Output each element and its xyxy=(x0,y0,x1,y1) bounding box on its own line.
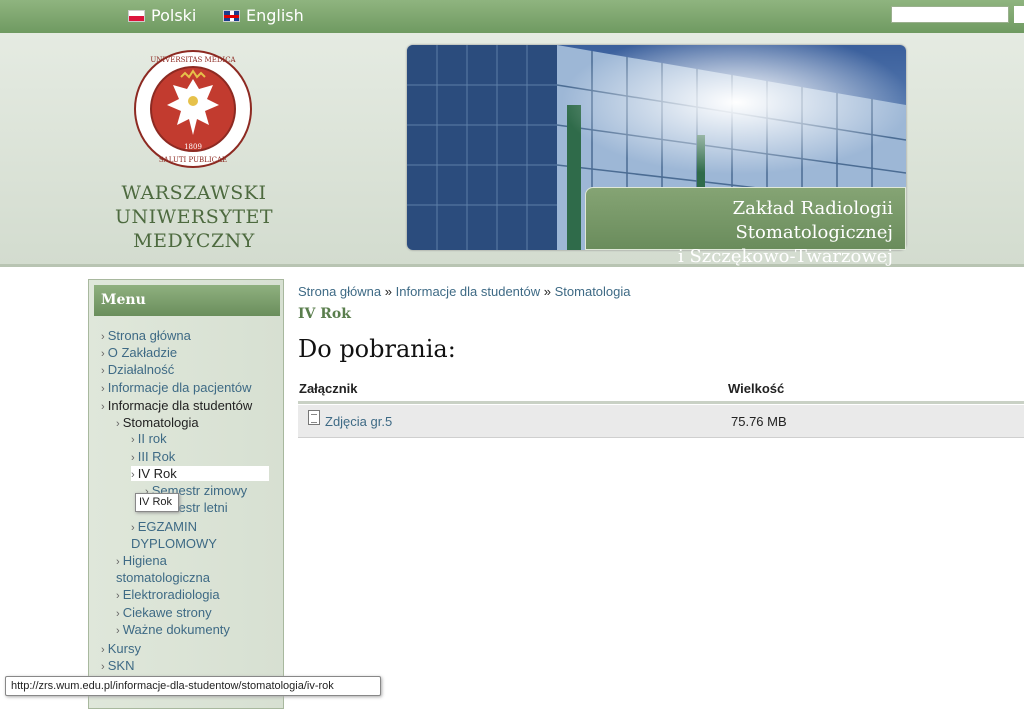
sidebar-item-strona-glowna[interactable]: Strona główna xyxy=(101,328,191,343)
department-name-line-2: i Szczękowo-Twarzowej xyxy=(677,246,893,267)
sidebar-item-higiena-stomatologiczna[interactable]: Higiena stomatologiczna xyxy=(116,553,236,586)
table-row: Zdjęcia gr.5 75.76 MB xyxy=(298,405,1024,438)
sidebar-item-wazne-dokumenty[interactable]: Ważne dokumenty xyxy=(116,622,230,637)
attachments-table-header: Załącznik Wielkość xyxy=(298,378,1024,404)
sidebar-item-elektroradiologia[interactable]: Elektroradiologia xyxy=(116,587,220,602)
lang-polski-link[interactable]: Polski xyxy=(128,6,196,25)
breadcrumb-separator: » xyxy=(384,284,392,299)
university-name-line-1: WARSZAWSKI xyxy=(121,182,267,204)
lang-english-label: English xyxy=(246,6,304,25)
breadcrumb-separator: » xyxy=(543,284,551,299)
hover-tooltip: IV Rok xyxy=(135,493,179,512)
breadcrumb: Strona główna » Informacje dla studentów… xyxy=(298,284,631,299)
sidebar-item-ii-rok[interactable]: II rok xyxy=(131,431,167,446)
sidebar-item-stomatologia[interactable]: Stomatologia xyxy=(116,415,199,430)
sidebar-item-ciekawe-strony[interactable]: Ciekawe strony xyxy=(116,605,212,620)
sidebar-item-informacje-dla-studentow[interactable]: Informacje dla studentów xyxy=(101,398,253,413)
lang-polski-label: Polski xyxy=(151,6,197,25)
breadcrumb-informacje-dla-studentow[interactable]: Informacje dla studentów xyxy=(396,284,541,299)
column-header-attachment: Załącznik xyxy=(299,381,358,396)
svg-text:1809: 1809 xyxy=(184,143,202,151)
site-header: UNIVERSITAS MEDICA SALUTI PUBLICAE 1809 … xyxy=(0,33,1024,267)
top-language-bar: Polski English xyxy=(0,0,1024,33)
sidebar-item-skn[interactable]: SKN xyxy=(101,658,135,673)
attachment-link[interactable]: Zdjęcia gr.5 xyxy=(325,414,392,429)
sidebar-item-o-zakladzie[interactable]: O Zakładzie xyxy=(101,345,177,360)
sidebar-item-iv-rok[interactable]: IV Rok xyxy=(131,466,269,481)
pl-flag-icon xyxy=(128,9,145,22)
attachment-size: 75.76 MB xyxy=(731,414,787,429)
page-title: Do pobrania: xyxy=(298,335,456,363)
svg-text:SALUTI PUBLICAE: SALUTI PUBLICAE xyxy=(159,156,227,164)
university-logo[interactable]: UNIVERSITAS MEDICA SALUTI PUBLICAE 1809 xyxy=(133,49,253,169)
sidebar-item-informacje-dla-pacjentow[interactable]: Informacje dla pacjentów xyxy=(101,380,252,395)
sidebar-item-kursy[interactable]: Kursy xyxy=(101,641,141,656)
breadcrumb-stomatologia[interactable]: Stomatologia xyxy=(555,284,631,299)
university-name-line-3: MEDYCZNY xyxy=(133,230,255,252)
browser-status-url: http://zrs.wum.edu.pl/informacje-dla-stu… xyxy=(5,676,381,696)
search-button[interactable] xyxy=(1014,6,1024,23)
department-name-banner: Zakład Radiologii Stomatologicznej i Szc… xyxy=(585,187,906,267)
gb-flag-icon xyxy=(223,9,240,22)
university-name-line-2: UNIWERSYTET xyxy=(114,206,274,228)
search-input[interactable] xyxy=(891,6,1009,23)
sidebar-item-dzialalnosc[interactable]: Działalność xyxy=(101,362,174,377)
lang-english-link[interactable]: English xyxy=(223,6,304,25)
eagle-seal-icon: UNIVERSITAS MEDICA SALUTI PUBLICAE 1809 xyxy=(134,50,252,168)
sidebar-item-iii-rok[interactable]: III Rok xyxy=(131,449,176,464)
menu-title: Menu xyxy=(94,285,280,316)
file-icon xyxy=(308,410,320,425)
university-name[interactable]: WARSZAWSKI UNIWERSYTET MEDYCZNY xyxy=(100,181,288,253)
sidebar-item-egzamin-dyplomowy[interactable]: EGZAMIN DYPLOMOWY xyxy=(131,519,241,552)
column-header-size: Wielkość xyxy=(728,381,785,396)
svg-text:UNIVERSITAS MEDICA: UNIVERSITAS MEDICA xyxy=(150,56,236,64)
section-subtitle: IV Rok xyxy=(298,306,351,322)
breadcrumb-strona-glowna[interactable]: Strona główna xyxy=(298,284,381,299)
department-name-line-1: Zakład Radiologii Stomatologicznej xyxy=(732,198,893,243)
